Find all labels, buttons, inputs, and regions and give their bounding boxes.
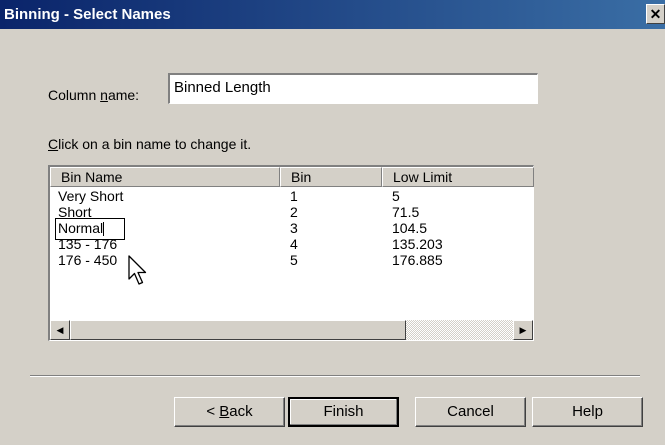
table-row[interactable]: Normal 3 104.5: [50, 218, 533, 240]
text-caret: [103, 222, 105, 237]
header-bin[interactable]: Bin: [280, 167, 382, 187]
scroll-right-button[interactable]: ▶: [513, 320, 533, 340]
low-limit-cell: 71.5: [392, 204, 420, 220]
cancel-button[interactable]: Cancel: [415, 397, 526, 427]
scroll-thumb[interactable]: [70, 320, 406, 340]
header-low-limit[interactable]: Low Limit: [382, 167, 534, 187]
bin-list[interactable]: Bin Name Bin Low Limit Very Short 1 5 Sh…: [48, 165, 534, 341]
bin-name-cell[interactable]: 135 - 176: [58, 236, 117, 252]
header-bin-name[interactable]: Bin Name: [50, 167, 280, 187]
column-name-input[interactable]: Binned Length: [168, 73, 538, 104]
separator: [30, 375, 640, 377]
low-limit-cell: 5: [392, 188, 400, 204]
title-bar: Binning - Select Names ✕: [0, 0, 665, 29]
mouse-pointer-icon: [128, 255, 147, 285]
bin-cell: 3: [290, 220, 298, 236]
bin-cell: 5: [290, 252, 298, 268]
table-row[interactable]: 176 - 450 5 176.885: [50, 252, 533, 268]
window-title: Binning - Select Names: [4, 6, 171, 23]
table-row[interactable]: 135 - 176 4 135.203: [50, 236, 533, 252]
back-button[interactable]: < Back: [174, 397, 285, 427]
finish-button[interactable]: Finish: [288, 397, 399, 427]
bin-cell: 2: [290, 204, 298, 220]
low-limit-cell: 135.203: [392, 236, 443, 252]
help-button[interactable]: Help: [532, 397, 643, 427]
low-limit-cell: 176.885: [392, 252, 443, 268]
table-row[interactable]: Very Short 1 5: [50, 188, 533, 204]
instruction-text: Click on a bin name to change it.: [48, 136, 252, 152]
column-name-label: Column name:: [48, 87, 140, 103]
bin-cell: 4: [290, 236, 298, 252]
horizontal-scrollbar[interactable]: ◀ ▶: [50, 320, 533, 340]
bin-name-cell[interactable]: 176 - 450: [58, 252, 117, 268]
close-button[interactable]: ✕: [646, 4, 665, 24]
low-limit-cell: 104.5: [392, 220, 428, 236]
bin-cell: 1: [290, 188, 298, 204]
bin-name-cell[interactable]: Very Short: [58, 188, 123, 204]
scroll-left-button[interactable]: ◀: [50, 320, 70, 340]
